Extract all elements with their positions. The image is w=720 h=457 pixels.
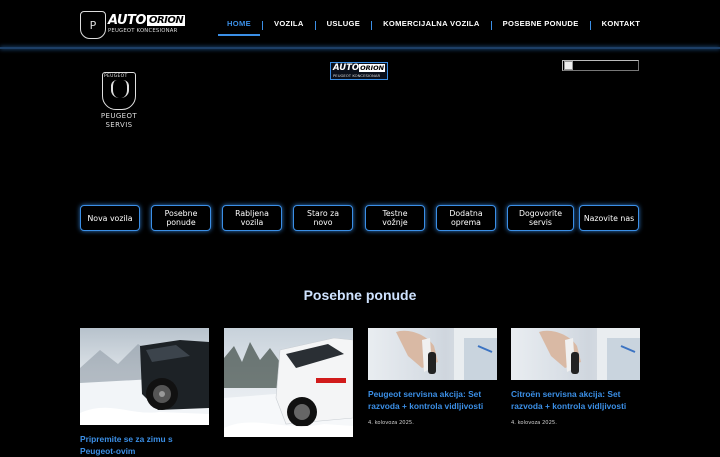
offer-title[interactable]: Pripremite se za zimu s Peugeot-ovim bbox=[80, 434, 209, 457]
offer-date: 4. kolovoza 2025. bbox=[511, 420, 557, 426]
quick-link-staro-za-novo[interactable]: Staro za novo bbox=[293, 205, 353, 231]
logo-subtitle: PEUGEOT KONCESIONAR bbox=[108, 28, 178, 34]
section-title-posebne-ponude: Posebne ponude bbox=[303, 287, 417, 303]
peugeot-badge-icon: P bbox=[80, 11, 106, 39]
nav-kontakt[interactable]: KONTAKT bbox=[591, 17, 652, 33]
quick-link-dogovorite-servis[interactable]: Dogovorite servis bbox=[507, 205, 574, 231]
center-logo-brand: AUTO bbox=[333, 63, 360, 73]
site-header: P AUTO ORION PEUGEOT KONCESIONAR HOME VOZ… bbox=[0, 0, 720, 49]
offer-image-citroen-snow[interactable] bbox=[224, 328, 353, 437]
offer-card[interactable]: Citroën servisna akcija: Set razvoda + k… bbox=[511, 328, 640, 426]
quick-link-rabljena-vozila[interactable]: Rabljena vozila bbox=[222, 205, 282, 231]
peugeot-logo-line1: PEUGEOT bbox=[100, 112, 138, 120]
car-keys-illustration bbox=[539, 328, 640, 380]
center-logo-brand-mark: ORION bbox=[359, 64, 386, 72]
quick-link-nazovite-nas[interactable]: Nazovite nas bbox=[579, 205, 639, 231]
nav-home[interactable]: HOME bbox=[216, 17, 262, 36]
offer-date: 4. kolovoza 2025. bbox=[368, 420, 414, 426]
peugeot-logo-line2: SERVIS bbox=[105, 121, 133, 129]
logo-brand-mark: ORION bbox=[146, 15, 186, 26]
center-auto-orion-logo: AUTOORION PEUGEOT KONCESIONAR bbox=[330, 62, 388, 80]
nav-usluge[interactable]: USLUGE bbox=[316, 17, 371, 33]
offer-title[interactable]: Citroën servisna akcija: Set razvoda + k… bbox=[511, 389, 640, 412]
offer-card[interactable]: Pripremite se za zimu s Peugeot-ovim bbox=[80, 328, 209, 457]
offer-image-winter-car[interactable] bbox=[80, 328, 209, 425]
offer-image-car-keys[interactable] bbox=[368, 328, 497, 380]
quick-links: Nova vozila Posebne ponude Rabljena vozi… bbox=[80, 205, 640, 233]
main-nav: HOME VOZILA USLUGE KOMERCIJALNA VOZILA P… bbox=[216, 17, 652, 36]
offer-card[interactable]: Peugeot servisna akcija: Set razvoda + k… bbox=[368, 328, 497, 426]
quick-link-testne-voznje[interactable]: Testne vožnje bbox=[365, 205, 425, 231]
offer-card[interactable] bbox=[224, 328, 353, 446]
header-divider bbox=[0, 47, 720, 49]
nav-posebne-ponude[interactable]: POSEBNE PONUDE bbox=[492, 17, 590, 33]
peugeot-servis-logo: PEUGEOT PEUGEOT SERVIS bbox=[92, 72, 146, 132]
citroen-snow-illustration bbox=[224, 337, 353, 437]
winter-car-illustration bbox=[80, 340, 209, 425]
broken-image-icon bbox=[562, 60, 639, 71]
car-keys-illustration bbox=[396, 328, 497, 380]
logo-brand: AUTO bbox=[108, 13, 146, 28]
peugeot-logo-brand: PEUGEOT bbox=[104, 74, 128, 79]
nav-komercijalna-vozila[interactable]: KOMERCIJALNA VOZILA bbox=[372, 17, 491, 33]
quick-link-posebne-ponude[interactable]: Posebne ponude bbox=[151, 205, 211, 231]
quick-link-nova-vozila[interactable]: Nova vozila bbox=[80, 205, 140, 231]
auto-orion-logo[interactable]: P AUTO ORION PEUGEOT KONCESIONAR bbox=[80, 11, 186, 39]
center-logo-subtitle: PEUGEOT KONCESIONAR bbox=[333, 73, 381, 78]
quick-link-dodatna-oprema[interactable]: Dodatna oprema bbox=[436, 205, 496, 231]
offer-image-car-keys[interactable] bbox=[511, 328, 640, 380]
nav-vozila[interactable]: VOZILA bbox=[263, 17, 315, 33]
offer-title[interactable]: Peugeot servisna akcija: Set razvoda + k… bbox=[368, 389, 497, 412]
